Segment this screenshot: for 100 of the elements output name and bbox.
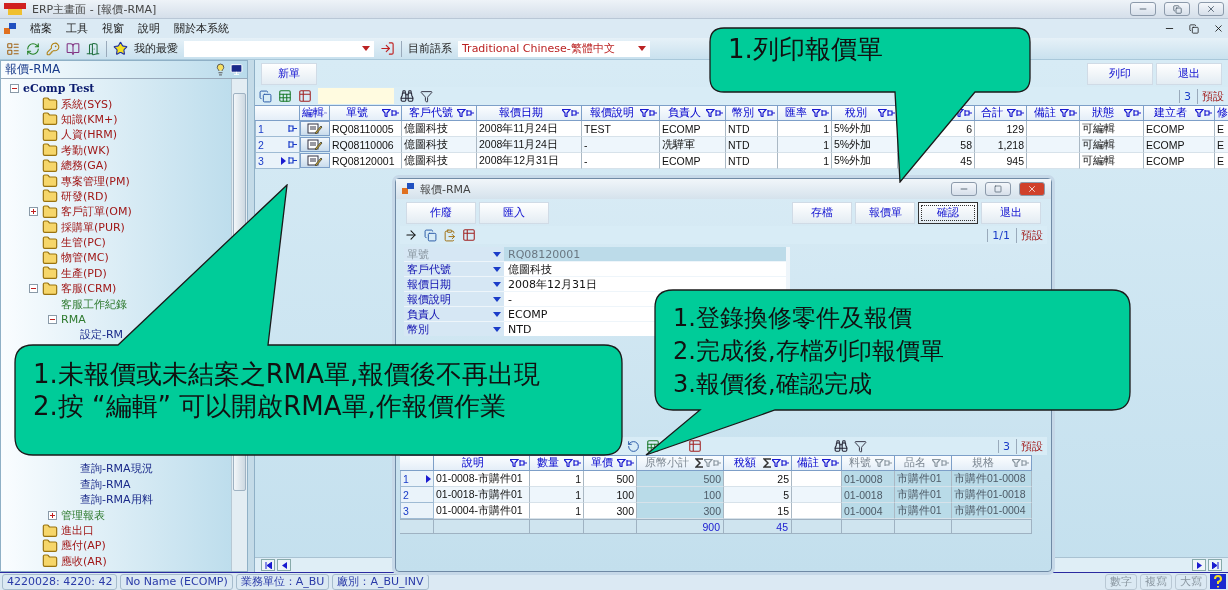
language-dropdown[interactable]: Traditional Chinese-繁體中文: [458, 40, 650, 57]
column-header[interactable]: 單價: [584, 455, 637, 471]
edit-button[interactable]: [300, 137, 330, 152]
row-header[interactable]: 1: [400, 471, 434, 487]
column-header[interactable]: 單號: [330, 105, 402, 121]
dialog-button[interactable]: 匯入: [479, 201, 549, 224]
tree-item[interactable]: 物管(MC): [61, 250, 109, 266]
tree-item[interactable]: 設定-RM: [80, 327, 124, 343]
dropdown-caret-icon[interactable]: [493, 326, 501, 332]
book-icon[interactable]: [66, 41, 80, 56]
folder-icon[interactable]: [42, 96, 58, 113]
tree-item[interactable]: 客戶訂單(OM): [61, 204, 132, 220]
filter-pin-icon[interactable]: [812, 109, 829, 117]
tree-item[interactable]: 總務(GA): [61, 158, 108, 174]
dropdown-caret-icon[interactable]: [362, 46, 370, 51]
lightbulb-icon[interactable]: [214, 63, 227, 76]
filter-pin-icon[interactable]: [457, 109, 474, 117]
tree-item[interactable]: 查詢-RMA用料: [80, 492, 153, 508]
row-header[interactable]: 1: [255, 121, 300, 137]
column-header[interactable]: 修: [1215, 105, 1228, 121]
exit-door-icon[interactable]: [86, 41, 100, 56]
column-header[interactable]: 負責人: [660, 105, 726, 121]
menu-item[interactable]: 說明: [138, 21, 160, 36]
tree-item[interactable]: 生管(PC): [61, 235, 106, 251]
previous-button[interactable]: [277, 559, 291, 571]
close-button[interactable]: [1198, 2, 1224, 16]
tree-item[interactable]: 客服(CRM): [61, 281, 117, 297]
folder-icon[interactable]: [42, 157, 58, 174]
tree-item[interactable]: 系統(SYS): [61, 96, 113, 112]
tree-item[interactable]: 專案管理(PM): [61, 173, 130, 189]
row-header[interactable]: 2: [400, 487, 434, 503]
toolbar-button[interactable]: 列印: [1087, 62, 1153, 85]
column-header[interactable]: 客戶代號: [402, 105, 477, 121]
tree-item[interactable]: 進出口: [61, 523, 94, 538]
expand-icon[interactable]: [29, 207, 38, 217]
filter-pin-icon[interactable]: [640, 109, 657, 117]
tree-item[interactable]: 查詢-RMA: [80, 476, 131, 492]
column-header[interactable]: 編輯: [300, 105, 330, 121]
close-button[interactable]: [1019, 182, 1045, 196]
undo-icon[interactable]: [627, 439, 640, 453]
columns-icon[interactable]: [298, 89, 312, 103]
minimize-button[interactable]: [951, 182, 977, 196]
toolbar-button[interactable]: 新單: [261, 62, 317, 85]
close-icon[interactable]: [1213, 23, 1224, 34]
filter-pin-icon[interactable]: [562, 109, 579, 117]
tree-item[interactable]: eComp Test: [23, 82, 95, 96]
tree-item[interactable]: 管理報表: [61, 507, 105, 523]
first-button[interactable]: [261, 559, 275, 571]
dropdown-caret-icon[interactable]: [493, 311, 501, 317]
filter-pin-icon[interactable]: [878, 109, 895, 117]
toolbar-button[interactable]: 退出: [1156, 62, 1222, 85]
folder-icon[interactable]: [42, 188, 58, 205]
filter-pin-icon[interactable]: [706, 109, 723, 117]
collapse-icon[interactable]: [10, 84, 19, 94]
tree-item[interactable]: 查詢-RMA現況: [80, 461, 153, 477]
folder-icon[interactable]: [42, 553, 58, 570]
folder-icon[interactable]: [42, 173, 58, 190]
column-header[interactable]: 備註: [1027, 105, 1080, 121]
column-header[interactable]: 報價日期: [477, 105, 582, 121]
menu-item[interactable]: 檔案: [30, 21, 52, 36]
key-icon[interactable]: [46, 41, 60, 56]
column-header[interactable]: 狀態: [1080, 105, 1144, 121]
tree-item[interactable]: 人資(HRM): [61, 127, 117, 143]
dialog-button[interactable]: 作廢: [406, 201, 476, 224]
filter-pin-icon[interactable]: [1007, 109, 1024, 117]
expand-icon[interactable]: [48, 510, 57, 520]
input-field[interactable]: 億圖科技: [504, 262, 786, 276]
menu-item[interactable]: 視窗: [102, 21, 124, 36]
folder-icon[interactable]: [42, 111, 58, 128]
collapse-icon[interactable]: [29, 284, 38, 294]
dropdown-caret-icon[interactable]: [493, 281, 501, 287]
folder-icon[interactable]: [42, 203, 58, 220]
refresh-icon[interactable]: [26, 41, 40, 56]
filter-icon[interactable]: [853, 439, 867, 453]
column-header[interactable]: 稅別: [832, 105, 898, 121]
column-header[interactable]: 合計: [975, 105, 1027, 121]
filter-pin-icon[interactable]: [510, 459, 527, 467]
restore-icon[interactable]: [1189, 23, 1199, 34]
filter-icon[interactable]: [420, 89, 433, 103]
tree-item[interactable]: 應收(AR): [61, 553, 107, 569]
filter-pin-icon[interactable]: [1195, 109, 1212, 117]
paste-icon[interactable]: [443, 228, 456, 242]
layout-preset[interactable]: 預設: [1197, 88, 1224, 104]
tree-item[interactable]: 客服工作紀錄: [61, 296, 127, 312]
restore-button[interactable]: [1164, 2, 1190, 16]
edit-button[interactable]: [300, 153, 330, 168]
find-icon[interactable]: [833, 439, 848, 453]
row-header[interactable]: 3: [400, 503, 434, 519]
tree-item[interactable]: RMA: [61, 313, 86, 327]
copy-icon[interactable]: [424, 228, 437, 242]
go-icon[interactable]: [380, 41, 395, 56]
column-header[interactable]: 規格: [952, 455, 1032, 471]
dialog-button[interactable]: 報價單: [855, 201, 915, 224]
star-icon[interactable]: [113, 41, 128, 56]
tree-item[interactable]: 生產(PD): [61, 265, 107, 281]
column-header[interactable]: 料號: [842, 455, 895, 471]
dropdown-caret-icon[interactable]: [493, 251, 501, 257]
edit-button[interactable]: [300, 121, 330, 136]
tree-item[interactable]: 研發(RD): [61, 188, 108, 204]
folder-icon[interactable]: [42, 280, 58, 297]
